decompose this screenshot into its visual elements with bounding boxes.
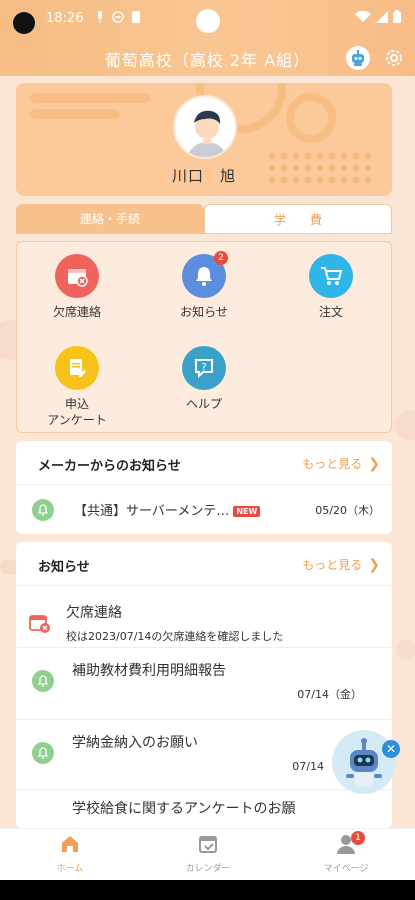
maker-notices-card: メーカーからのお知らせ もっと見る ❯ 【共通】サーバーメンテ… NEW 05/20… — [16, 441, 392, 534]
bg-decoration — [396, 640, 415, 660]
more-link[interactable]: もっと見る ❯ — [302, 556, 380, 573]
menu-label: 注文 — [318, 305, 343, 319]
nav-label: カレンダー — [185, 864, 231, 874]
avatar — [173, 95, 237, 159]
svg-text:?: ? — [201, 362, 206, 373]
nav-calendar[interactable]: カレンダー — [158, 833, 258, 874]
card-header: お知らせ もっと見る ❯ — [16, 542, 392, 586]
robot-icon — [346, 738, 382, 786]
absence-calendar-icon — [55, 254, 99, 298]
sd-card-icon — [132, 11, 140, 23]
wifi-icon — [355, 10, 371, 22]
notice-date: 07/14 — [292, 760, 324, 773]
menu-help[interactable]: ? ヘルプ — [154, 346, 254, 412]
form-icon — [55, 346, 99, 390]
cart-icon — [309, 254, 353, 298]
calendar-icon — [199, 836, 217, 853]
notice-title: 学納金納入のお願い — [72, 735, 198, 751]
notice-badge: 2 — [214, 251, 228, 265]
card-title: お知らせ — [38, 560, 90, 575]
list-item[interactable]: 欠席連絡 校は2023/07/14の欠席連絡を確認しました — [16, 586, 392, 648]
signal-icon — [376, 10, 388, 23]
list-item[interactable]: 【共通】サーバーメンテ… NEW 05/20（木） — [16, 485, 392, 533]
help-icon: ? — [182, 346, 226, 390]
app-header: 18:26 葡萄高校（高校 2年 A組） — [0, 0, 415, 76]
system-icons — [355, 10, 401, 23]
battery-icon — [393, 10, 401, 23]
decoration — [30, 93, 150, 103]
menu-order[interactable]: 注文 — [281, 254, 381, 320]
menu-label: ヘルプ — [185, 397, 222, 411]
front-camera — [196, 9, 220, 33]
card-title: メーカーからのお知らせ — [38, 459, 181, 474]
chatbot-button[interactable] — [332, 730, 396, 794]
bell-icon — [32, 742, 54, 764]
list-item[interactable]: 補助教材費利用明細報告 07/14（金） — [16, 658, 392, 720]
absence-calendar-icon — [29, 615, 50, 633]
list-item[interactable]: 学校給食に関するアンケートのお願 — [16, 790, 392, 828]
nav-label: ホーム — [56, 864, 84, 874]
new-badge: NEW — [233, 506, 261, 517]
decoration — [286, 93, 336, 143]
more-link[interactable]: もっと見る ❯ — [302, 455, 380, 472]
bell-icon — [32, 499, 54, 521]
notice-title: 学校給食に関するアンケートのお願 — [72, 801, 296, 817]
card-header: メーカーからのお知らせ もっと見る ❯ — [16, 441, 392, 485]
notice-title: 【共通】サーバーメンテ… NEW — [74, 500, 261, 519]
home-icon — [62, 836, 78, 852]
nav-home[interactable]: ホーム — [20, 833, 120, 874]
tab-tuition[interactable]: 学 費 — [204, 204, 392, 234]
student-name: 川口 旭 — [171, 167, 236, 185]
chevron-right-icon: ❯ — [368, 557, 380, 573]
bell-icon — [32, 670, 54, 692]
notice-title: 補助教材費利用明細報告 — [72, 663, 226, 679]
chevron-right-icon: ❯ — [368, 456, 380, 472]
system-navigation-bar — [0, 880, 415, 900]
profile-card: 川口 旭 — [16, 83, 392, 196]
app-icon — [112, 11, 124, 23]
menu-label: 申込 アンケート — [47, 397, 107, 427]
menu-absence[interactable]: 欠席連絡 — [27, 254, 127, 320]
camera-icon — [13, 12, 35, 34]
menu-label: 欠席連絡 — [52, 305, 101, 319]
nav-mypage[interactable]: 1 マイページ — [296, 831, 396, 874]
chatbot-icon[interactable] — [346, 46, 370, 70]
status-bar: 18:26 — [0, 0, 415, 36]
status-time: 18:26 — [46, 11, 84, 26]
menu-label: お知らせ — [180, 305, 228, 319]
menu-notices[interactable]: 2 お知らせ — [154, 251, 254, 320]
mypage-badge: 1 — [351, 831, 365, 845]
bottom-nav: ホーム カレンダー 1 マイページ — [0, 828, 415, 880]
notice-date: 05/20（木） — [315, 504, 380, 517]
bell-icon: 2 — [182, 251, 228, 298]
mic-icon — [98, 11, 102, 23]
menu-grid: 欠席連絡 2 お知らせ 注文 申込 アンケート ? ヘルプ — [16, 241, 392, 433]
menu-application-survey[interactable]: 申込 アンケート — [27, 346, 127, 428]
tab-contact[interactable]: 連絡・手続 — [16, 204, 204, 234]
gear-icon[interactable] — [382, 46, 406, 70]
notice-detail: 校は2023/07/14の欠席連絡を確認しました — [66, 630, 284, 643]
close-icon[interactable]: ✕ — [382, 740, 400, 758]
notification-icons — [94, 10, 142, 24]
notice-date: 07/14（金） — [297, 688, 362, 701]
nav-label: マイページ — [323, 864, 369, 874]
notice-title: 欠席連絡 — [66, 605, 122, 621]
bg-decoration — [395, 410, 415, 440]
decoration — [30, 109, 120, 119]
